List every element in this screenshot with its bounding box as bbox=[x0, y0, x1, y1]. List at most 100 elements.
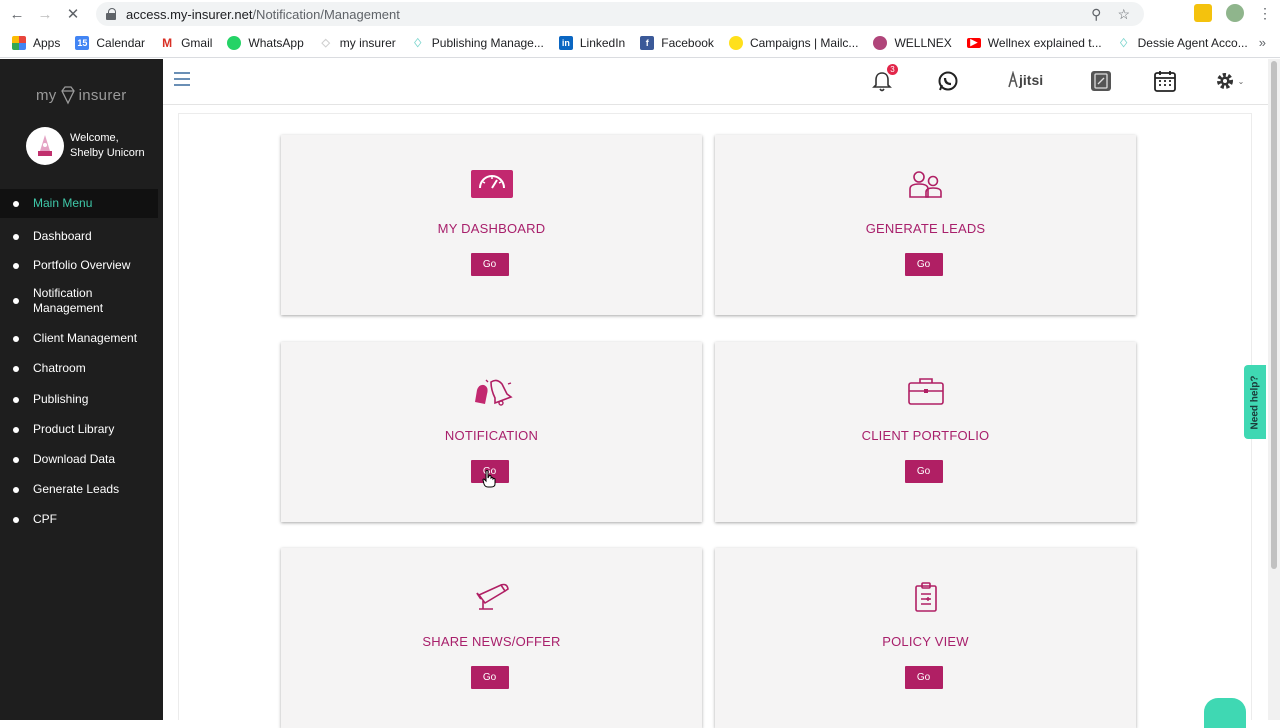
jitsi-logo-icon bbox=[1008, 71, 1018, 88]
dashboard-gauge-icon bbox=[470, 167, 514, 201]
chat-bubble-icon[interactable] bbox=[1204, 698, 1246, 728]
sidebar-item-cpf[interactable]: CPF bbox=[0, 511, 163, 528]
calculator-icon[interactable] bbox=[1089, 69, 1113, 93]
bookmark-star-icon[interactable]: ☆ bbox=[1117, 6, 1130, 23]
bookmark-label: Calendar bbox=[96, 35, 146, 50]
sidebar-item-publishing[interactable]: Publishing bbox=[0, 391, 163, 408]
card-policy-view: POLICY VIEW Go bbox=[715, 548, 1136, 728]
sidebar-item-generate-leads[interactable]: Generate Leads bbox=[0, 481, 163, 498]
bookmark-whatsapp[interactable]: WhatsApp bbox=[227, 35, 304, 50]
sidebar-item-main-menu[interactable]: Main Menu bbox=[0, 189, 158, 218]
bookmark-label: Facebook bbox=[661, 35, 714, 50]
user-profile: Welcome, Shelby Unicorn bbox=[26, 127, 145, 165]
browser-menu-icon[interactable]: ⋮ bbox=[1258, 5, 1272, 22]
bookmarks-bar: Apps 15 Calendar M Gmail WhatsApp ◇ my i… bbox=[0, 28, 1280, 58]
bells-icon bbox=[470, 374, 514, 408]
calendar-icon: 15 bbox=[75, 35, 90, 50]
stop-loading-icon[interactable]: ✕ bbox=[62, 3, 84, 25]
forward-arrow-icon[interactable]: → bbox=[34, 3, 56, 25]
sidebar-item-chatroom[interactable]: Chatroom bbox=[0, 360, 163, 377]
profile-avatar-icon[interactable] bbox=[1226, 4, 1244, 22]
calendar-icon[interactable] bbox=[1153, 69, 1177, 93]
user-name: Shelby Unicorn bbox=[70, 147, 145, 159]
go-button[interactable]: Go bbox=[904, 666, 943, 689]
card-client-portfolio: CLIENT PORTFOLIO Go bbox=[715, 342, 1136, 522]
go-button[interactable]: Go bbox=[470, 253, 509, 276]
sidebar-item-client-management[interactable]: Client Management bbox=[0, 330, 163, 347]
wellnex-icon bbox=[873, 35, 888, 50]
bookmark-label: WhatsApp bbox=[248, 35, 304, 50]
top-header: 3 jitsi ⌄ bbox=[163, 59, 1268, 105]
bookmark-my-insurer[interactable]: ◇ my insurer bbox=[319, 36, 396, 50]
users-icon bbox=[904, 167, 948, 201]
bookmark-wellnex[interactable]: WELLNEX bbox=[873, 35, 952, 50]
bookmark-linkedin[interactable]: in LinkedIn bbox=[558, 35, 626, 50]
bookmark-calendar[interactable]: 15 Calendar bbox=[75, 35, 146, 50]
back-arrow-icon[interactable]: ← bbox=[6, 3, 28, 25]
diamond-icon: ♢ bbox=[412, 35, 424, 50]
bookmark-gmail[interactable]: M Gmail bbox=[160, 35, 212, 50]
card-my-dashboard: MY DASHBOARD Go bbox=[281, 135, 702, 315]
card-generate-leads: GENERATE LEADS Go bbox=[715, 135, 1136, 315]
card-title: NOTIFICATION bbox=[444, 428, 539, 443]
bookmark-dessie[interactable]: ♢ Dessie Agent Acco... bbox=[1117, 36, 1247, 50]
megaphone-icon bbox=[470, 580, 514, 614]
jitsi-label: jitsi bbox=[1019, 72, 1044, 88]
card-title: SHARE NEWS/OFFER bbox=[422, 634, 561, 649]
zoom-search-icon[interactable]: ⚲ bbox=[1091, 6, 1101, 23]
url-path: /Notification/Management bbox=[252, 6, 400, 22]
whatsapp-icon[interactable] bbox=[936, 69, 960, 93]
main-content: MY DASHBOARD Go GENERATE LEADS Go NOTIFI… bbox=[178, 113, 1252, 728]
unicorn-avatar-icon bbox=[38, 135, 52, 156]
bookmark-apps[interactable]: Apps bbox=[12, 35, 61, 50]
bookmark-youtube[interactable]: ▶ Wellnex explained t... bbox=[966, 35, 1102, 50]
bookmark-label: LinkedIn bbox=[579, 35, 626, 50]
sidebar: my insurer Welcome, Shelby Unicorn Main … bbox=[0, 59, 163, 720]
url-host: access.my-insurer.net bbox=[126, 6, 253, 22]
sidebar-item-dashboard[interactable]: Dashboard bbox=[0, 228, 163, 245]
extension-icon[interactable] bbox=[1194, 4, 1212, 22]
card-share-news-offer: SHARE NEWS/OFFER Go bbox=[281, 548, 702, 728]
hand-cursor-icon bbox=[482, 470, 496, 488]
need-help-tab[interactable]: Need help? bbox=[1244, 365, 1266, 439]
sidebar-item-product-library[interactable]: Product Library bbox=[0, 421, 163, 438]
card-title: CLIENT PORTFOLIO bbox=[861, 428, 990, 443]
address-bar[interactable]: access.my-insurer.net/Notification/Manag… bbox=[96, 2, 1144, 26]
card-title: POLICY VIEW bbox=[882, 634, 969, 649]
more-bookmarks-icon[interactable]: » bbox=[1259, 35, 1266, 50]
briefcase-icon bbox=[904, 374, 948, 408]
clipboard-icon bbox=[904, 580, 948, 614]
card-title: GENERATE LEADS bbox=[865, 221, 986, 236]
card-notification: NOTIFICATION Go bbox=[281, 342, 702, 522]
go-button[interactable]: Go bbox=[904, 253, 943, 276]
go-button[interactable]: Go bbox=[904, 460, 943, 483]
notification-bell-icon[interactable]: 3 bbox=[870, 64, 898, 93]
gmail-icon: M bbox=[160, 35, 175, 50]
jitsi-link[interactable]: jitsi bbox=[1007, 71, 1043, 89]
mailchimp-icon bbox=[728, 35, 743, 50]
bookmark-label: Publishing Manage... bbox=[431, 35, 544, 50]
sidebar-menu: Main Menu Dashboard Portfolio Overview N… bbox=[0, 189, 163, 528]
settings-gear-icon[interactable]: ⌄ bbox=[1212, 69, 1246, 93]
bookmark-label: Apps bbox=[33, 35, 61, 50]
sidebar-item-download-data[interactable]: Download Data bbox=[0, 451, 163, 468]
go-button[interactable]: Go bbox=[470, 666, 509, 689]
page-scrollbar[interactable] bbox=[1268, 59, 1280, 720]
browser-toolbar: ← → ✕ access.my-insurer.net/Notification… bbox=[0, 0, 1280, 28]
bookmark-publishing[interactable]: ♢ Publishing Manage... bbox=[411, 35, 544, 50]
scrollbar-thumb[interactable] bbox=[1271, 61, 1277, 569]
logo-text-left: my bbox=[36, 86, 57, 104]
sidebar-item-notification-management[interactable]: Notification Management bbox=[0, 286, 130, 316]
bookmark-mailchimp[interactable]: Campaigns | Mailc... bbox=[728, 35, 859, 50]
youtube-icon: ▶ bbox=[966, 37, 981, 48]
chevron-down-icon: ⌄ bbox=[1237, 76, 1245, 86]
bookmark-label: Campaigns | Mailc... bbox=[749, 35, 859, 50]
notification-count-badge: 3 bbox=[887, 64, 898, 75]
bookmark-facebook[interactable]: f Facebook bbox=[640, 35, 714, 50]
sidebar-item-portfolio-overview[interactable]: Portfolio Overview bbox=[0, 257, 163, 274]
hamburger-menu-icon[interactable] bbox=[174, 72, 190, 86]
avatar[interactable] bbox=[26, 127, 64, 165]
bookmark-label: Wellnex explained t... bbox=[987, 35, 1102, 50]
whatsapp-icon bbox=[227, 35, 242, 50]
logo-text-right: insurer bbox=[78, 86, 127, 104]
